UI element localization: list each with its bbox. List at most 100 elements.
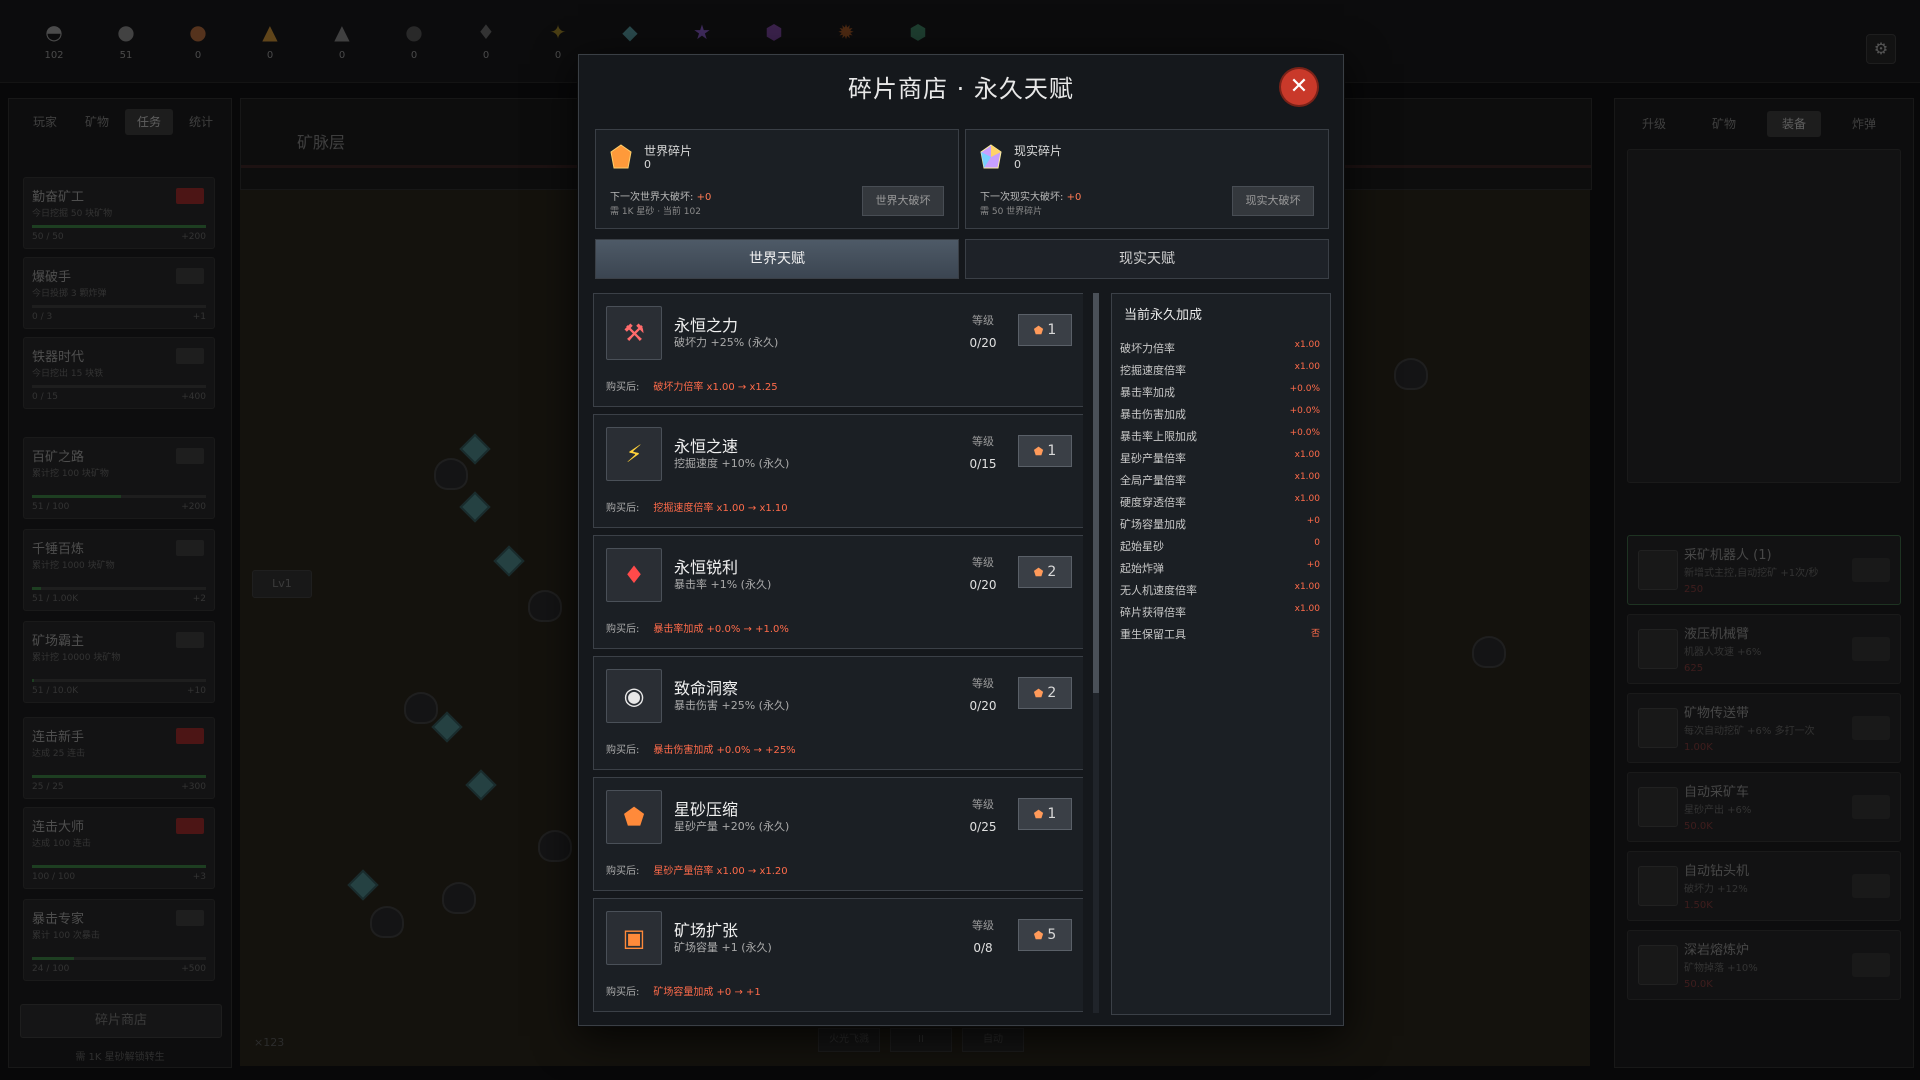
bonus-row: 破坏力倍率 x1.00 — [1120, 340, 1320, 358]
bonus-value: x1.00 — [1294, 362, 1320, 372]
scrollbar-thumb[interactable] — [1093, 293, 1099, 693]
bonus-value: 否 — [1310, 629, 1320, 639]
bonus-row: 碎片获得倍率 x1.00 — [1120, 604, 1320, 622]
reality-destroy-button[interactable]: 现实大破坏 — [1232, 186, 1314, 216]
bonus-name: 起始炸弹 — [1120, 562, 1164, 575]
talent-cost: 1 — [1047, 322, 1057, 338]
reality-next-label: 下一次现实大破坏: +0 — [980, 192, 1082, 203]
talent-cost: 1 — [1047, 806, 1057, 822]
talent-name: 永恒之速 — [674, 437, 739, 456]
talent-level-label: 等级 — [972, 435, 994, 448]
bonus-name: 起始星砂 — [1120, 540, 1164, 553]
bonus-row: 起始星砂 0 — [1120, 538, 1320, 556]
hammer-icon: ⚒ — [606, 306, 662, 360]
talent-buy-button[interactable]: ⬟ 2 — [1018, 677, 1072, 709]
bonus-name: 星砂产量倍率 — [1120, 452, 1186, 465]
tab-world-talents[interactable]: 世界天赋 — [595, 239, 959, 279]
bonus-row: 起始炸弹 +0 — [1120, 560, 1320, 578]
shard-cost-icon: ⬟ — [1033, 566, 1044, 579]
world-shard-name: 世界碎片 — [644, 144, 693, 158]
bonus-name: 无人机速度倍率 — [1120, 584, 1197, 597]
shard-cost-icon: ⬟ — [1033, 687, 1044, 700]
bonus-row: 矿场容量加成 +0 — [1120, 516, 1320, 534]
bonus-row: 挖掘速度倍率 x1.00 — [1120, 362, 1320, 380]
bonus-value: +0 — [1306, 516, 1320, 526]
talent-list-scrollbar[interactable] — [1093, 293, 1099, 1013]
bonus-value: x1.00 — [1294, 472, 1320, 482]
talent-buy-button[interactable]: ⬟ 1 — [1018, 435, 1072, 467]
world-destroy-button[interactable]: 世界大破坏 — [862, 186, 944, 216]
reality-next-value: +0 — [1066, 192, 1082, 203]
bonus-row: 硬度穿透倍率 x1.00 — [1120, 494, 1320, 512]
talent-level-label: 等级 — [972, 556, 994, 569]
talent-card: ▣ 矿场扩张 矿场容量 +1 (永久) 等级 0/8 ⬟ 5 购买后: 矿场容量加成 +0 → … — [593, 898, 1083, 1012]
bonus-value: +0.0% — [1289, 406, 1320, 416]
world-next-label: 下一次世界大破坏: +0 — [610, 192, 712, 203]
shard-cost-icon: ⬟ — [1033, 808, 1044, 821]
talent-card: ◉ 致命洞察 暴击伤害 +25% (永久) 等级 0/20 ⬟ 2 购买后: 暴击伤害加成 +0… — [593, 656, 1083, 770]
talent-desc: 暴击伤害 +25% (永久) — [674, 699, 790, 712]
talent-buy-button[interactable]: ⬟ 1 — [1018, 798, 1072, 830]
talent-list: ⚒ 永恒之力 破坏力 +25% (永久) 等级 0/20 ⬟ 1 购买后: 破坏力倍率 x1.0… — [593, 293, 1083, 1013]
talent-desc: 星砂产量 +20% (永久) — [674, 820, 790, 833]
bonus-value: x1.00 — [1294, 604, 1320, 614]
talent-after-buy: 购买后: 破坏力倍率 x1.00 → x1.25 — [606, 378, 778, 393]
bonus-value: x1.00 — [1294, 494, 1320, 504]
capacity-icon: ▣ — [606, 911, 662, 965]
bonus-name: 暴击率上限加成 — [1120, 430, 1197, 443]
bonus-name: 重生保留工具 — [1120, 628, 1186, 641]
talent-cost: 5 — [1047, 927, 1057, 943]
talent-cost: 1 — [1047, 443, 1057, 459]
world-next-value: +0 — [696, 192, 712, 203]
talent-desc: 矿场容量 +1 (永久) — [674, 941, 772, 954]
shard-cost-icon: ⬟ — [1033, 929, 1044, 942]
bonus-row: 无人机速度倍率 x1.00 — [1120, 582, 1320, 600]
eye-icon: ◉ — [606, 669, 662, 723]
after-buy-label: 购买后: — [606, 866, 640, 877]
shard-shop-modal: 碎片商店 · 永久天赋 ✕ 世界碎片 0 下一次世界大破坏: +0 需 1K 星… — [578, 54, 1344, 1026]
bonus-name: 暴击伤害加成 — [1120, 408, 1186, 421]
talent-after-buy: 购买后: 暴击伤害加成 +0.0% → +25% — [606, 741, 796, 756]
reality-shard-name: 现实碎片 — [1014, 144, 1063, 158]
talent-desc: 暴击率 +1% (永久) — [674, 578, 772, 591]
bonus-name: 硬度穿透倍率 — [1120, 496, 1186, 509]
bonus-value: x1.00 — [1294, 340, 1320, 350]
after-buy-value: 暴击率加成 +0.0% → +1.0% — [653, 624, 789, 635]
orange-gem-icon: ⬟ — [606, 790, 662, 844]
talent-level-value: 0/8 — [973, 941, 993, 955]
talent-buy-button[interactable]: ⬟ 2 — [1018, 556, 1072, 588]
bonus-row: 全局产量倍率 x1.00 — [1120, 472, 1320, 490]
close-icon[interactable]: ✕ — [1281, 69, 1317, 105]
bonus-value: 0 — [1314, 538, 1320, 548]
world-shard-count: 0 — [644, 158, 651, 171]
shard-cost-icon: ⬟ — [1033, 324, 1044, 337]
talent-name: 矿场扩张 — [674, 921, 739, 940]
talent-name: 永恒之力 — [674, 316, 739, 335]
bonus-heading: 当前永久加成 — [1124, 308, 1203, 323]
bonus-row: 暴击率上限加成 +0.0% — [1120, 428, 1320, 446]
bonus-row: 暴击率加成 +0.0% — [1120, 384, 1320, 402]
talent-level-value: 0/20 — [969, 336, 997, 350]
talent-level-label: 等级 — [972, 314, 994, 327]
talent-card: ⚒ 永恒之力 破坏力 +25% (永久) 等级 0/20 ⬟ 1 购买后: 破坏力倍率 x1.0… — [593, 293, 1083, 407]
talent-level-value: 0/20 — [969, 578, 997, 592]
bonus-name: 破坏力倍率 — [1120, 342, 1175, 355]
lightning-icon: ⚡ — [606, 427, 662, 481]
sword-icon: ♦ — [606, 548, 662, 602]
talent-card: ⚡ 永恒之速 挖掘速度 +10% (永久) 等级 0/15 ⬟ 1 购买后: 挖掘速度倍率 x1… — [593, 414, 1083, 528]
bonus-row: 重生保留工具 否 — [1120, 626, 1320, 644]
reality-requirement: 需 50 世界碎片 — [980, 207, 1043, 217]
world-shard-icon — [610, 144, 632, 169]
reality-shard-box: 现实碎片 0 下一次现实大破坏: +0 需 50 世界碎片 现实大破坏 — [965, 129, 1329, 229]
talent-buy-button[interactable]: ⬟ 5 — [1018, 919, 1072, 951]
after-buy-value: 星砂产量倍率 x1.00 → x1.20 — [653, 866, 788, 877]
after-buy-value: 破坏力倍率 x1.00 → x1.25 — [653, 382, 778, 393]
after-buy-label: 购买后: — [606, 624, 640, 635]
tab-reality-talents[interactable]: 现实天赋 — [965, 239, 1329, 279]
talent-buy-button[interactable]: ⬟ 1 — [1018, 314, 1072, 346]
talent-card: ⬟ 星砂压缩 星砂产量 +20% (永久) 等级 0/25 ⬟ 1 购买后: 星砂产量倍率 x1… — [593, 777, 1083, 891]
talent-name: 星砂压缩 — [674, 800, 739, 819]
bonus-row: 星砂产量倍率 x1.00 — [1120, 450, 1320, 468]
talent-after-buy: 购买后: 挖掘速度倍率 x1.00 → x1.10 — [606, 499, 788, 514]
permanent-bonus-panel: 当前永久加成 破坏力倍率 x1.00 挖掘速度倍率 x1.00 暴击率加成 +0.0% 暴击… — [1111, 293, 1331, 1015]
